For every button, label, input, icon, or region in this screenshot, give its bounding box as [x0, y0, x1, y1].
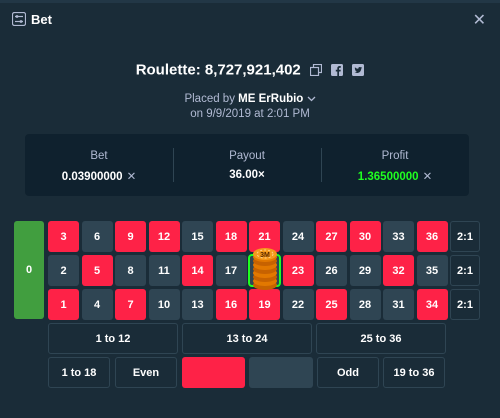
number-cell-17[interactable]: 17 [215, 255, 247, 286]
number-cell-9[interactable]: 9 [115, 221, 146, 252]
close-icon[interactable]: ✕ [473, 10, 486, 30]
dozen-bet-1[interactable]: 1 to 12 [48, 323, 178, 354]
placed-info: Placed by ME ErRubio on 9/9/2019 at 2:01… [0, 92, 500, 122]
number-cell-27[interactable]: 27 [316, 221, 347, 252]
column-bet-3[interactable]: 2:1 [450, 289, 480, 320]
column-bet-2[interactable]: 2:1 [450, 255, 480, 286]
payout-label: Payout [229, 150, 265, 162]
high-bet[interactable]: 19 to 36 [383, 357, 445, 388]
number-cell-18[interactable]: 18 [215, 221, 247, 252]
number-cell-24[interactable]: 24 [282, 221, 314, 252]
number-cell-2[interactable]: 2 [48, 255, 79, 286]
bet-value-row: 0.03900000 ✕ [25, 169, 173, 183]
number-cell-28[interactable]: 28 [349, 289, 381, 320]
number-cell-1[interactable]: 1 [48, 289, 79, 320]
black-bet[interactable] [249, 357, 313, 388]
dozen-bet-3[interactable]: 25 to 36 [316, 323, 446, 354]
number-cell-23[interactable]: 23 [282, 255, 314, 286]
placed-user[interactable]: ME ErRubio [238, 93, 303, 105]
stat-bet: Bet 0.03900000 ✕ [25, 134, 173, 196]
placed-by-line: Placed by ME ErRubio [0, 92, 500, 107]
number-cell-21[interactable]: 21 [249, 221, 280, 252]
zero-cell[interactable]: 0 [14, 221, 44, 319]
number-cell-20[interactable]: 20 [248, 254, 281, 287]
number-cell-4[interactable]: 4 [81, 289, 113, 320]
currency-icon: ✕ [422, 171, 433, 183]
number-cell-5[interactable]: 5 [81, 255, 113, 286]
number-cell-19[interactable]: 19 [249, 289, 280, 320]
even-bet[interactable]: Even [115, 357, 177, 388]
low-bet[interactable]: 1 to 18 [48, 357, 110, 388]
stats-panel: Bet 0.03900000 ✕ Payout 36.00× Profit 1.3… [25, 134, 469, 196]
modal-header: Bet ✕ [0, 3, 500, 35]
bet-modal: Bet ✕ Roulette: 8,727,921,402 Placed by … [0, 3, 500, 418]
number-cell-16[interactable]: 16 [215, 289, 247, 320]
number-cell-26[interactable]: 26 [316, 255, 347, 286]
number-cell-10[interactable]: 10 [148, 289, 180, 320]
bet-value: 0.03900000 [61, 171, 123, 183]
column-bet-1[interactable]: 2:1 [450, 221, 480, 252]
stat-profit: Profit 1.36500000 ✕ [321, 134, 469, 196]
chevron-down-icon[interactable] [307, 96, 316, 102]
copy-icon[interactable] [309, 64, 322, 77]
number-cell-7[interactable]: 7 [115, 289, 146, 320]
number-cell-14[interactable]: 14 [182, 255, 213, 286]
number-cell-15[interactable]: 15 [182, 221, 213, 252]
number-cell-6[interactable]: 6 [81, 221, 113, 252]
number-cell-32[interactable]: 32 [383, 255, 414, 286]
number-cell-8[interactable]: 8 [115, 255, 146, 286]
number-cell-12[interactable]: 12 [148, 221, 180, 252]
modal-title: Bet [31, 12, 52, 27]
number-cell-22[interactable]: 22 [282, 289, 314, 320]
game-title: Roulette: 8,727,921,402 [0, 61, 500, 79]
twitter-icon[interactable] [352, 64, 365, 77]
number-cell-25[interactable]: 25 [316, 289, 347, 320]
number-cell-36[interactable]: 36 [416, 221, 448, 252]
dozen-bet-2[interactable]: 13 to 24 [182, 323, 312, 354]
placed-prefix: Placed by [184, 93, 235, 105]
number-cell-33[interactable]: 33 [383, 221, 414, 252]
profit-label: Profit [381, 150, 409, 162]
number-cell-13[interactable]: 13 [182, 289, 213, 320]
number-cell-35[interactable]: 35 [416, 255, 448, 286]
placed-date: on 9/9/2019 at 2:01 PM [190, 108, 310, 120]
profit-value-row: 1.36500000 ✕ [321, 169, 469, 183]
number-cell-34[interactable]: 34 [416, 289, 448, 320]
facebook-icon[interactable] [331, 64, 344, 77]
currency-icon: ✕ [126, 171, 137, 183]
profit-value: 1.36500000 [357, 171, 419, 183]
odd-bet[interactable]: Odd [317, 357, 379, 388]
payout-value: 36.00× [229, 169, 265, 181]
bet-label: Bet [90, 150, 108, 162]
number-cell-31[interactable]: 31 [383, 289, 414, 320]
red-bet[interactable] [182, 357, 245, 388]
number-cell-30[interactable]: 30 [349, 221, 381, 252]
bet-icon [12, 12, 26, 26]
stat-payout: Payout 36.00× [173, 134, 321, 196]
number-cell-11[interactable]: 11 [148, 255, 180, 286]
number-cell-29[interactable]: 29 [349, 255, 381, 286]
number-cell-3[interactable]: 3 [48, 221, 79, 252]
game-name: Roulette: 8,727,921,402 [135, 61, 301, 79]
